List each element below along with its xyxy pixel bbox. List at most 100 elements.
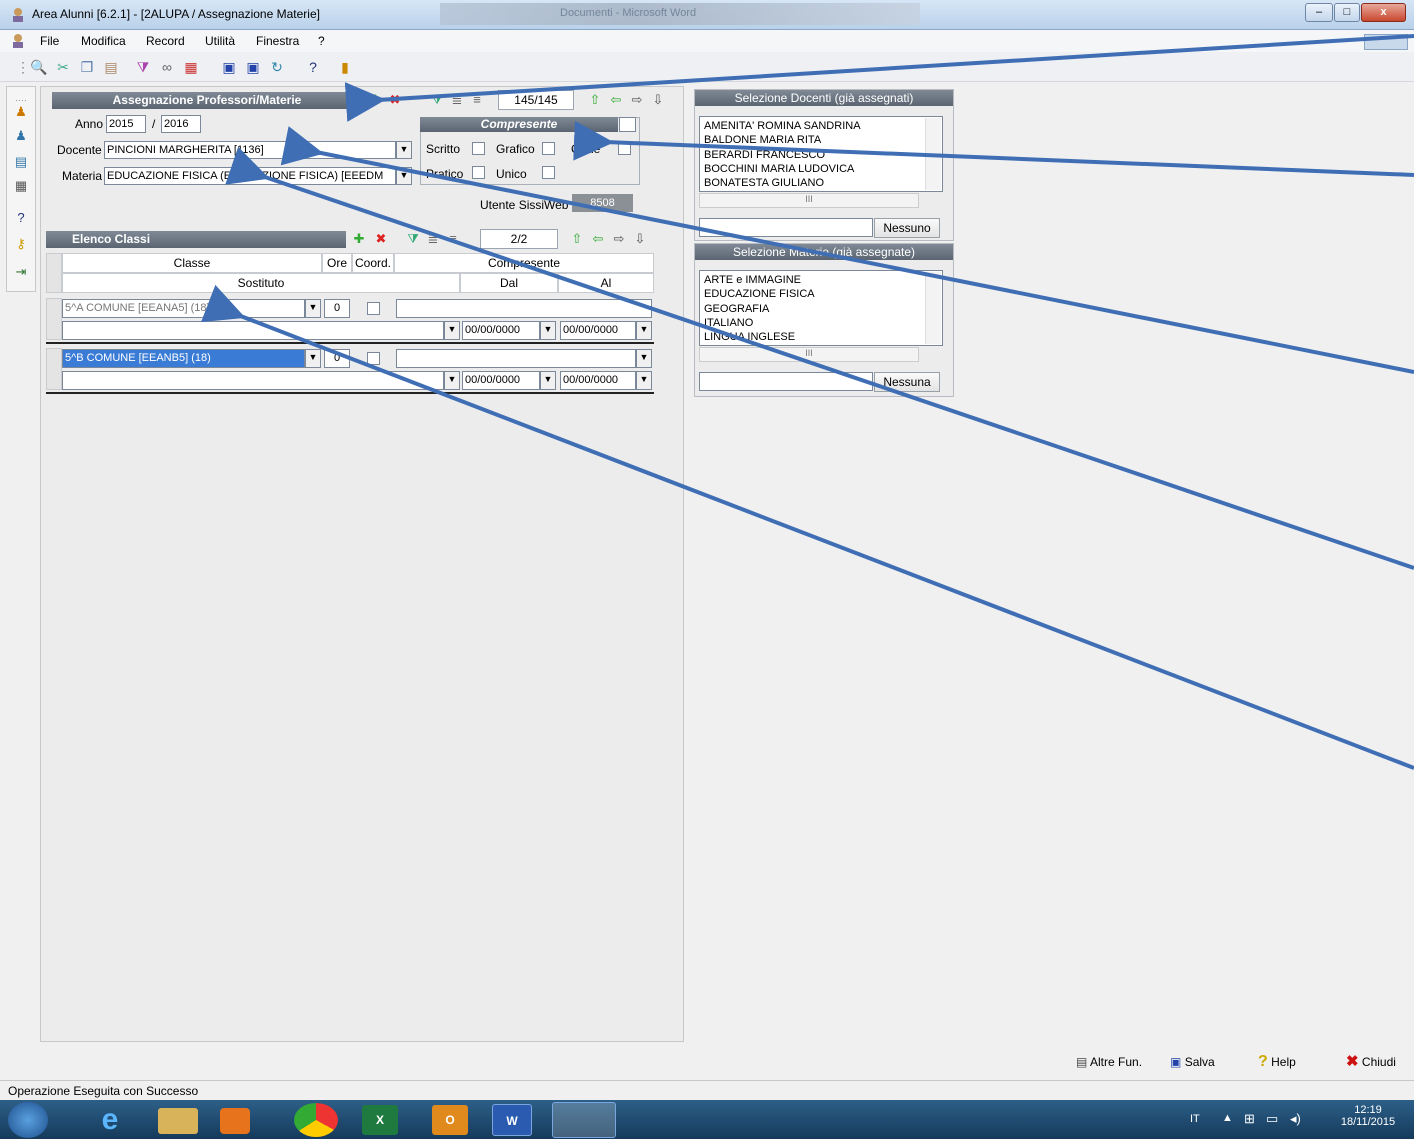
filter-icon[interactable]: ⧩: [134, 58, 152, 76]
list-item[interactable]: LINGUA INGLESE: [704, 330, 942, 344]
start-button-icon[interactable]: [8, 1102, 48, 1138]
materia-select[interactable]: EDUCAZIONE FISICA (EDUCAZIONE FISICA) [E…: [104, 167, 396, 185]
materie-search-input[interactable]: [699, 372, 873, 391]
row-selector[interactable]: [46, 348, 62, 390]
student-icon[interactable]: ♟: [12, 103, 30, 121]
sostituto-select[interactable]: [62, 371, 444, 390]
outlook-icon[interactable]: O: [432, 1105, 468, 1135]
tray-network-icon[interactable]: ⊞: [1244, 1111, 1255, 1127]
tray-volume-icon[interactable]: ◂): [1290, 1111, 1301, 1127]
chiudi-button[interactable]: ✖ Chiudi: [1346, 1050, 1396, 1074]
delete-class-icon[interactable]: ✖: [372, 230, 390, 248]
col-coord[interactable]: Coord.: [352, 253, 394, 273]
docenti-hscrollbar[interactable]: III: [699, 193, 919, 208]
save-close-icon[interactable]: ▣: [244, 58, 262, 76]
materia-dropdown-icon[interactable]: ▼: [396, 167, 412, 185]
materie-nessuna-button[interactable]: Nessuna: [874, 372, 940, 392]
docenti-nessuno-button[interactable]: Nessuno: [874, 218, 940, 238]
ore-input[interactable]: 0: [324, 349, 350, 368]
tray-device-icon[interactable]: ▭: [1266, 1111, 1278, 1127]
glasses-icon[interactable]: ∞: [158, 58, 176, 76]
add-class-icon[interactable]: ✚: [350, 230, 368, 248]
excel-icon[interactable]: X: [362, 1105, 398, 1135]
last-record-icon[interactable]: ⇩: [649, 91, 667, 109]
sostituto-dropdown-icon[interactable]: ▼: [444, 371, 460, 390]
search-icon[interactable]: 🔍: [30, 58, 48, 76]
col-al[interactable]: Al: [558, 273, 654, 293]
prev-class-icon[interactable]: ⇦: [589, 230, 607, 248]
al-input[interactable]: 00/00/0000: [560, 321, 636, 340]
next-record-icon[interactable]: ⇨: [628, 91, 646, 109]
coord-checkbox[interactable]: [367, 352, 380, 365]
print-class-icon[interactable]: ≡: [444, 230, 462, 248]
dal-input[interactable]: 00/00/0000: [462, 321, 540, 340]
anno-to-input[interactable]: 2016: [161, 115, 201, 133]
refresh-icon[interactable]: ↻: [268, 58, 286, 76]
menu-utilita[interactable]: Utilità: [205, 34, 235, 48]
exit-door-icon[interactable]: ⇥: [12, 263, 30, 281]
coord-checkbox[interactable]: [367, 302, 380, 315]
menu-help[interactable]: ?: [318, 34, 325, 48]
list-item[interactable]: GEOGRAFIA: [704, 302, 942, 316]
first-class-icon[interactable]: ⇧: [568, 230, 586, 248]
materie-vscrollbar[interactable]: [925, 272, 941, 344]
add-record-icon[interactable]: ✚: [366, 91, 384, 109]
print-icon[interactable]: ≡: [468, 91, 486, 109]
cut-icon[interactable]: ✂: [54, 58, 72, 76]
word-icon[interactable]: W: [492, 1104, 532, 1136]
anno-from-input[interactable]: 2015: [106, 115, 146, 133]
dal-dropdown-icon[interactable]: ▼: [540, 321, 556, 340]
menu-app-icon[interactable]: [10, 33, 26, 49]
maximize-button[interactable]: □: [1334, 3, 1360, 22]
salva-button[interactable]: ▣ Salva: [1170, 1050, 1215, 1074]
compresente-select[interactable]: [396, 299, 652, 318]
classe-select[interactable]: 5^B COMUNE [EEANB5] (18): [62, 349, 305, 368]
tray-clock[interactable]: 12:19 18/11/2015: [1338, 1104, 1398, 1128]
save-icon[interactable]: ▣: [220, 58, 238, 76]
help-circle-icon[interactable]: ?: [12, 209, 30, 227]
col-dal[interactable]: Dal: [460, 273, 558, 293]
media-icon[interactable]: [220, 1108, 250, 1134]
filter-record-icon[interactable]: ⧩: [428, 91, 446, 109]
menu-modifica[interactable]: Modifica: [81, 34, 126, 48]
close-button[interactable]: x: [1361, 3, 1406, 22]
key-icon[interactable]: ⚷: [12, 235, 30, 253]
docenti-search-input[interactable]: [699, 218, 873, 237]
al-dropdown-icon[interactable]: ▼: [636, 321, 652, 340]
prev-record-icon[interactable]: ⇦: [607, 91, 625, 109]
classe-dropdown-icon[interactable]: ▼: [305, 299, 321, 318]
exit-icon[interactable]: ▮: [336, 58, 354, 76]
next-class-icon[interactable]: ⇨: [610, 230, 628, 248]
list-item[interactable]: BONATESTA GIULIANO: [704, 176, 942, 190]
compresente-dropdown-icon[interactable]: ▼: [636, 349, 652, 368]
sort-icon[interactable]: ≣: [448, 91, 466, 109]
docente-dropdown-icon[interactable]: ▼: [396, 141, 412, 159]
scritto-checkbox[interactable]: [472, 142, 485, 155]
classe-dropdown-icon[interactable]: ▼: [305, 349, 321, 368]
materie-hscrollbar[interactable]: III: [699, 347, 919, 362]
list-item[interactable]: ITALIANO: [704, 316, 942, 330]
al-dropdown-icon[interactable]: ▼: [636, 371, 652, 390]
unico-checkbox[interactable]: [542, 166, 555, 179]
sostituto-dropdown-icon[interactable]: ▼: [444, 321, 460, 340]
ore-input[interactable]: 0: [324, 299, 350, 318]
mdi-buttons[interactable]: [1364, 34, 1408, 50]
orale-checkbox[interactable]: [618, 142, 631, 155]
row-selector[interactable]: [46, 298, 62, 340]
list-item[interactable]: AMENITA' ROMINA SANDRINA: [704, 119, 942, 133]
pratico-checkbox[interactable]: [472, 166, 485, 179]
folder-icon[interactable]: [158, 1108, 198, 1134]
chrome-icon[interactable]: [294, 1103, 338, 1137]
tray-language[interactable]: IT: [1190, 1113, 1200, 1125]
docenti-list[interactable]: AMENITA' ROMINA SANDRINA BALDONE MARIA R…: [699, 116, 943, 192]
teacher-icon[interactable]: ♟: [12, 127, 30, 145]
docenti-vscrollbar[interactable]: [925, 118, 941, 190]
sostituto-select[interactable]: [62, 321, 444, 340]
list-item[interactable]: BERARDI FRANCESCO: [704, 148, 942, 162]
ie-icon[interactable]: e: [90, 1103, 130, 1137]
first-record-icon[interactable]: ⇧: [586, 91, 604, 109]
materie-list[interactable]: ARTE e IMMAGINE EDUCAZIONE FISICA GEOGRA…: [699, 270, 943, 346]
menu-file[interactable]: File: [40, 34, 59, 48]
document-icon[interactable]: ▤: [12, 153, 30, 171]
menu-record[interactable]: Record: [146, 34, 185, 48]
